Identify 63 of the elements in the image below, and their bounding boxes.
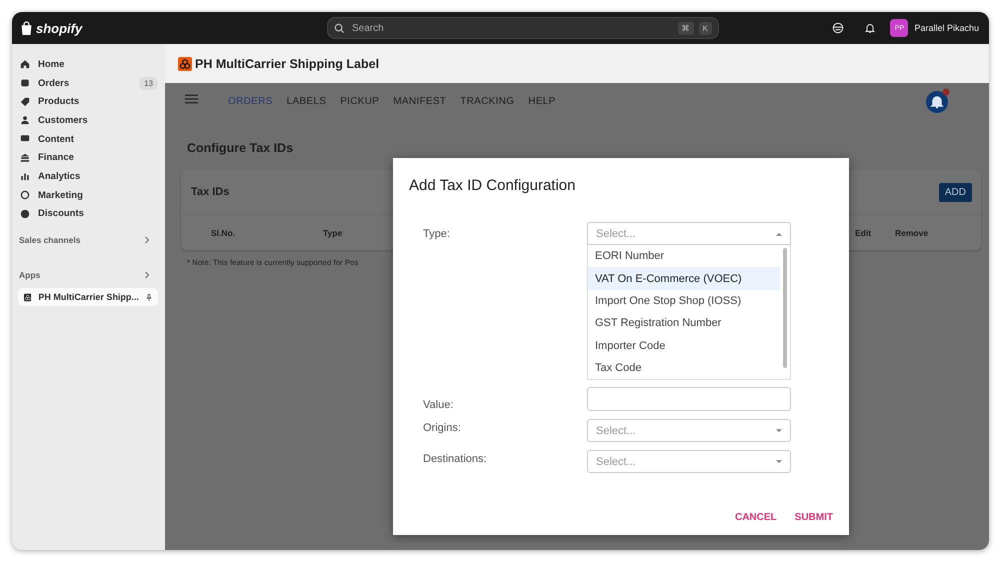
card-title: Tax IDs	[191, 186, 230, 198]
menu-item-icon	[20, 152, 30, 163]
dropdown-option[interactable]: EORI Number	[588, 245, 780, 268]
search-icon	[334, 22, 345, 34]
input-field[interactable]	[587, 387, 791, 411]
app-title: PH MultiCarrier Shipping Label	[195, 56, 380, 70]
notification-bell-icon[interactable]	[925, 88, 951, 114]
shortcut-key: ⌘	[678, 22, 694, 34]
user-name: Parallel Pikachu	[914, 23, 979, 33]
field-label: Type:	[423, 227, 451, 242]
menu-item-icon	[20, 171, 30, 182]
pin-icon[interactable]	[146, 292, 152, 303]
caret-icon	[776, 232, 782, 236]
menu-item-icon	[20, 208, 30, 219]
count-badge: 13	[139, 76, 158, 90]
menu-icon[interactable]	[185, 94, 198, 104]
field-label: Value:	[423, 398, 454, 411]
app-item[interactable]: PH MultiCarrier Shipp...	[18, 288, 158, 306]
search-field[interactable]: Search	[350, 22, 673, 34]
dialog-title: Add Tax ID Configuration	[409, 177, 576, 194]
sidebar-item[interactable]: Products	[18, 92, 158, 112]
logo-text: shopify	[36, 20, 82, 36]
page-title: Configure Tax IDs	[187, 141, 294, 155]
sidebar-item[interactable]: Analytics	[18, 167, 158, 186]
column-header: Remove	[895, 228, 930, 238]
app-logo-icon	[24, 292, 32, 303]
menu-item-icon	[20, 59, 30, 70]
field-label: Destinations:	[423, 452, 488, 467]
sidebar-item[interactable]: Content	[18, 130, 158, 148]
chevron-right-icon	[144, 236, 150, 244]
field-label: Origins:	[423, 421, 462, 436]
dropdown-option[interactable]: Importer Code	[588, 334, 780, 357]
menu-item-icon	[20, 78, 30, 88]
shortcut-key: K	[698, 22, 712, 34]
dropdown-option[interactable]: VAT On E-Commerce (VOEC)	[588, 267, 780, 290]
sidebar-item[interactable]: Discounts	[18, 204, 158, 224]
dropdown-option[interactable]: Tax Code	[588, 356, 780, 379]
scrollbar-thumb[interactable]	[783, 248, 787, 368]
column-header: Edit	[855, 228, 872, 238]
dropdown-option[interactable]: Import One Stop Shop (IOSS)	[588, 290, 780, 312]
add-button[interactable]: ADD	[938, 182, 972, 202]
section-header[interactable]: Sales channels	[18, 235, 158, 246]
cancel-button[interactable]: CANCEL	[734, 510, 777, 525]
sidebar-item[interactable]: Customers	[18, 111, 158, 130]
shopping-bag-icon	[20, 20, 33, 36]
menu-item-icon	[20, 96, 30, 107]
bell-icon[interactable]	[864, 22, 876, 34]
caret-icon	[776, 460, 782, 464]
section-header[interactable]: Apps	[18, 270, 158, 280]
sidebar-item[interactable]: Finance	[18, 148, 158, 168]
sidebar-item[interactable]: Orders 13	[18, 74, 158, 92]
app-logo-icon	[178, 56, 192, 70]
search-bar[interactable]: Search ⌘ K	[327, 17, 719, 39]
column-header: Type	[323, 228, 344, 238]
caret-icon	[776, 428, 782, 432]
dropdown-option[interactable]: GST Registration Number	[588, 312, 780, 335]
submit-button[interactable]: SUBMIT	[794, 510, 833, 525]
sidebar-item[interactable]: Marketing	[18, 186, 158, 204]
sidebar-item[interactable]: Home	[18, 55, 158, 74]
column-header: Sl.No.	[211, 228, 236, 238]
menu-item-icon	[20, 115, 30, 126]
menu-item-icon	[20, 190, 30, 200]
chevron-right-icon	[144, 271, 150, 280]
